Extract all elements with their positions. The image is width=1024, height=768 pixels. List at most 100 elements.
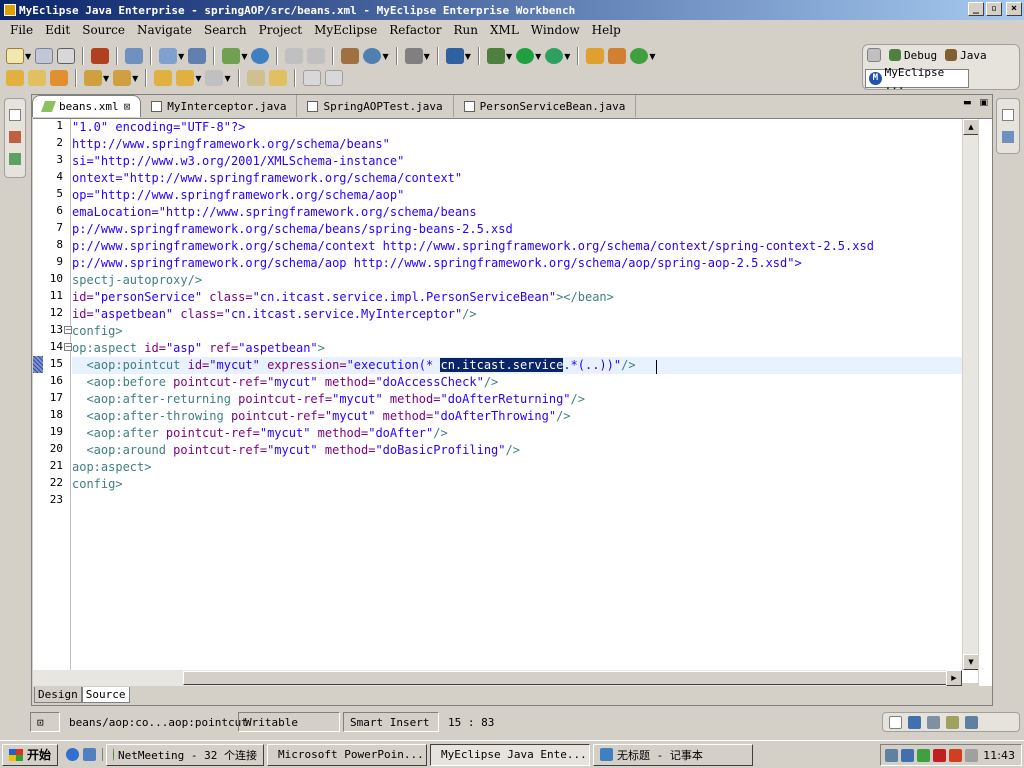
cut-icon[interactable] xyxy=(285,48,304,64)
launch-icon[interactable] xyxy=(445,48,464,64)
task-notepad[interactable]: 无标题 - 记事本 xyxy=(593,743,754,766)
task-myeclipse[interactable]: MyEclipse Java Ente... xyxy=(430,743,591,766)
window-title-bar[interactable]: MyEclipse Java Enterprise - springAOP/sr… xyxy=(0,0,1024,20)
tab-design[interactable]: Design xyxy=(34,687,82,703)
tab-source[interactable]: Source xyxy=(81,687,130,703)
globe-icon[interactable] xyxy=(363,48,382,64)
vertical-scrollbar[interactable]: ▲ ▼ xyxy=(962,119,979,670)
menu-edit[interactable]: Edit xyxy=(39,23,76,37)
servers-icon[interactable] xyxy=(946,715,959,729)
prev-annotation-icon[interactable] xyxy=(113,70,132,86)
source-editor[interactable]: 1 2 3 4 5 6 7 8 9 10 11 12 13 14 15 16 1… xyxy=(33,118,992,686)
deploy-icon[interactable] xyxy=(91,48,110,64)
collapse-all-icon[interactable] xyxy=(324,70,343,86)
tab-beans-xml[interactable]: beans.xml ⊠ xyxy=(32,95,142,117)
menu-refactor[interactable]: Refactor xyxy=(383,23,447,37)
menu-search[interactable]: Search xyxy=(198,23,253,37)
maximize-editor-icon[interactable]: ▣ xyxy=(979,98,988,108)
restore-view-icon[interactable] xyxy=(9,109,21,121)
forward-icon[interactable] xyxy=(205,70,224,86)
horizontal-scrollbar[interactable]: ▶ xyxy=(33,670,962,686)
package-explorer-icon[interactable] xyxy=(9,131,21,143)
open-resource-icon[interactable] xyxy=(28,70,46,86)
network-icon[interactable] xyxy=(885,748,898,762)
perspective-myeclipse[interactable]: M MyEclipse ... xyxy=(865,66,969,92)
open-folder-icon[interactable] xyxy=(50,70,68,86)
volume-icon[interactable] xyxy=(965,748,978,762)
fold-toggle-icon[interactable]: − xyxy=(64,343,72,351)
tab-myinterceptor[interactable]: MyInterceptor.java xyxy=(141,95,298,117)
menu-navigate[interactable]: Navigate xyxy=(131,23,198,37)
task-netmeeting[interactable]: NetMeeting - 32 个连接 xyxy=(106,743,265,766)
hierarchy-view-icon[interactable] xyxy=(9,153,21,165)
scroll-right-icon[interactable]: ▶ xyxy=(946,670,962,686)
next-annotation-icon[interactable] xyxy=(84,70,102,86)
mark-occurrences-icon[interactable] xyxy=(268,70,287,86)
restore-console-icon[interactable] xyxy=(889,715,902,729)
ie-icon[interactable] xyxy=(66,748,80,761)
run-external-icon[interactable] xyxy=(545,48,564,64)
start-button[interactable]: 开始 xyxy=(2,743,59,766)
server-icon[interactable] xyxy=(125,48,144,64)
restore-outline-icon[interactable] xyxy=(1002,109,1014,121)
tab-springaoptest[interactable]: SpringAOPTest.java xyxy=(297,95,454,117)
fast-view-icon[interactable]: ⊡ xyxy=(30,712,60,732)
restore-button[interactable]: ▫ xyxy=(986,2,1002,16)
wizard-icon[interactable] xyxy=(159,48,178,64)
menu-source[interactable]: Source xyxy=(76,23,131,37)
search-web-icon[interactable] xyxy=(188,48,207,64)
hierarchy-icon[interactable] xyxy=(341,48,360,64)
menu-myeclipse[interactable]: MyEclipse xyxy=(308,23,383,37)
open-type-icon[interactable] xyxy=(6,70,24,86)
properties-icon[interactable] xyxy=(965,715,978,729)
text-cursor xyxy=(656,360,657,374)
menu-xml[interactable]: XML xyxy=(484,23,525,37)
display-icon[interactable] xyxy=(901,748,914,762)
menu-file[interactable]: File xyxy=(4,23,39,37)
scroll-down-icon[interactable]: ▼ xyxy=(963,654,979,670)
expand-all-icon[interactable] xyxy=(302,70,321,86)
perspective-java[interactable]: Java xyxy=(945,49,987,62)
problems-icon[interactable] xyxy=(927,715,940,729)
antivirus-icon[interactable] xyxy=(949,748,962,762)
new-class-icon[interactable] xyxy=(608,48,627,64)
jsp-icon[interactable] xyxy=(222,48,241,64)
overview-ruler[interactable] xyxy=(978,119,992,686)
browser-icon[interactable] xyxy=(251,48,270,64)
last-edit-icon[interactable] xyxy=(154,70,173,86)
code-text[interactable]: "1.0" encoding="UTF-8"?> http://www.spri… xyxy=(72,119,962,670)
fold-toggle-icon[interactable]: − xyxy=(64,326,72,334)
debug-bug-icon[interactable] xyxy=(486,48,505,64)
tab-personservicebean[interactable]: PersonServiceBean.java xyxy=(454,95,637,117)
close-tab-icon[interactable]: ⊠ xyxy=(124,100,131,113)
menu-help[interactable]: Help xyxy=(586,23,627,37)
menu-project[interactable]: Project xyxy=(253,23,308,37)
new-cog-icon[interactable] xyxy=(630,48,649,64)
print-icon[interactable] xyxy=(57,48,76,64)
new-package-icon[interactable] xyxy=(586,48,605,64)
open-perspective-icon[interactable] xyxy=(867,48,881,62)
task-powerpoint[interactable]: Microsoft PowerPoin... xyxy=(267,743,428,766)
task-label: MyEclipse Java Ente... xyxy=(441,748,587,761)
menu-run[interactable]: Run xyxy=(447,23,484,37)
horizontal-scroll-thumb[interactable] xyxy=(183,671,953,685)
k-app-icon[interactable] xyxy=(933,748,946,762)
show-desktop-icon[interactable] xyxy=(83,748,97,761)
minimize-editor-icon[interactable]: ▬ xyxy=(963,98,972,108)
menu-window[interactable]: Window xyxy=(525,23,586,37)
scroll-up-icon[interactable]: ▲ xyxy=(963,119,979,135)
minimize-button[interactable]: _ xyxy=(968,2,984,16)
console-icon[interactable] xyxy=(908,715,921,729)
new-icon[interactable] xyxy=(6,48,24,64)
refresh-icon[interactable] xyxy=(307,48,326,64)
run-icon[interactable] xyxy=(516,48,535,64)
perspective-debug[interactable]: Debug xyxy=(889,49,937,62)
terminal-icon[interactable] xyxy=(404,48,423,64)
toggle-breadcrumb-icon[interactable] xyxy=(246,70,265,86)
close-button[interactable]: × xyxy=(1006,2,1022,16)
outline-view-icon[interactable] xyxy=(1002,131,1014,143)
save-icon[interactable] xyxy=(35,48,54,64)
clock[interactable]: 11:43 xyxy=(983,749,1015,762)
security-icon[interactable] xyxy=(917,748,930,762)
back-icon[interactable] xyxy=(176,70,195,86)
